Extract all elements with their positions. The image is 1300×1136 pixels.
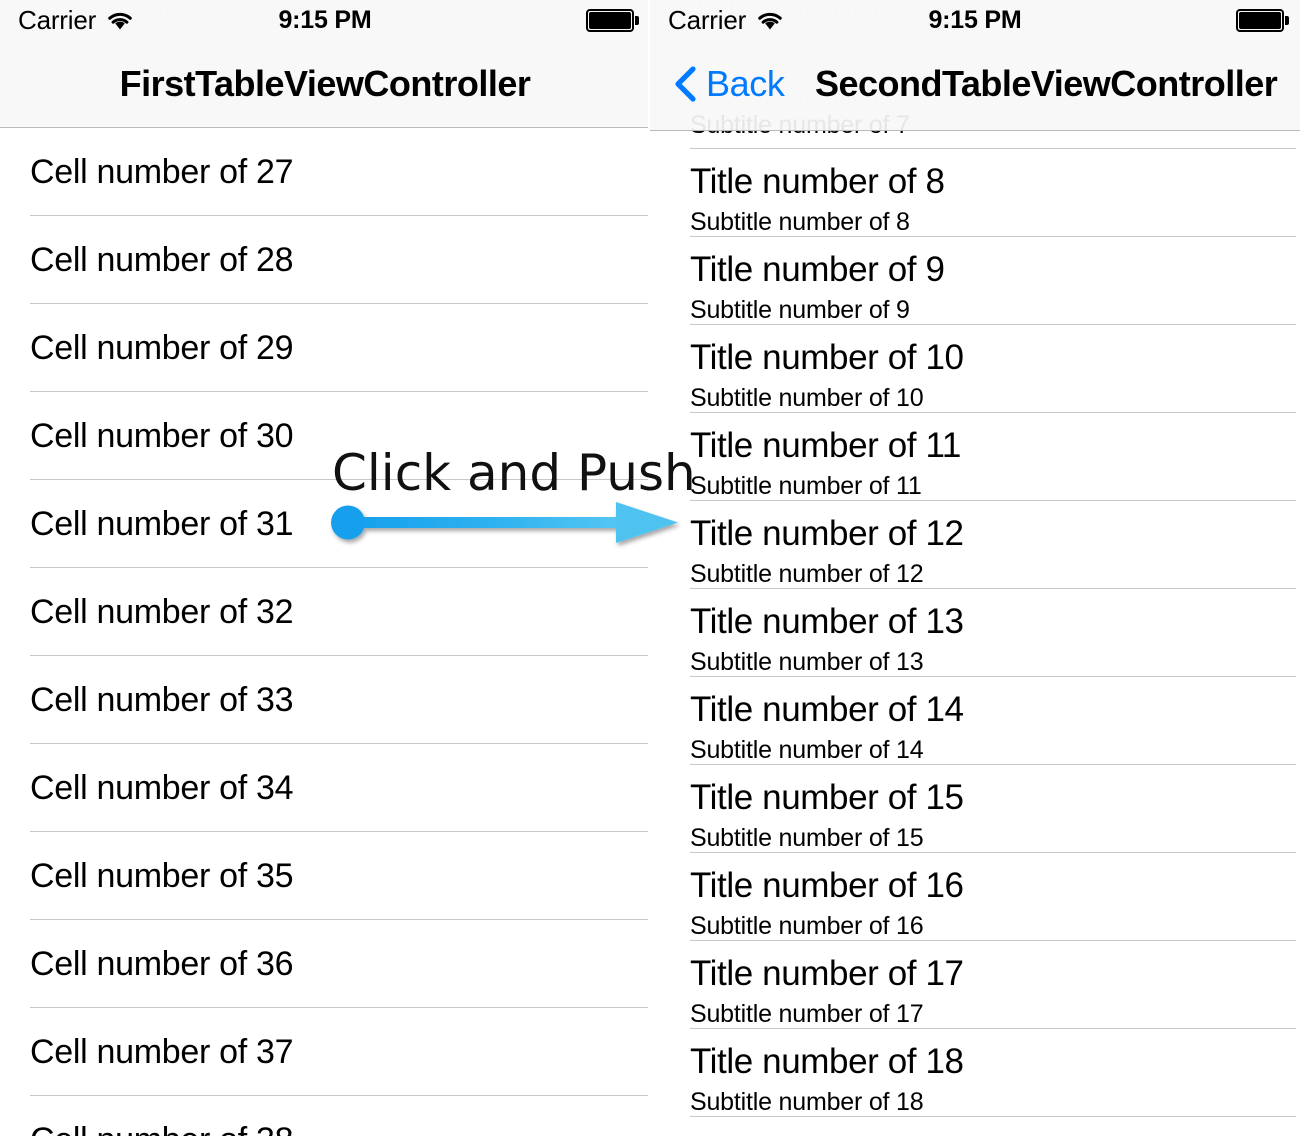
table-row[interactable]: Cell number of 36 xyxy=(0,920,650,1008)
battery-full-icon xyxy=(1236,9,1289,32)
cell-subtitle: Subtitle number of 11 xyxy=(690,472,922,500)
cell-label: Cell number of 34 xyxy=(30,768,294,807)
table-row[interactable]: Title number of 9 Subtitle number of 9 xyxy=(650,237,1300,325)
right-top-bar: Carrier 9:15 PM Back SecondTableViewCont… xyxy=(650,0,1300,131)
table-row[interactable]: Cell number of 34 xyxy=(0,744,650,832)
cell-title: Title number of 12 xyxy=(690,514,964,553)
clock-label: 9:15 PM xyxy=(928,6,1022,34)
row-separator xyxy=(690,1116,1296,1117)
table-row[interactable]: Title number of 16 Subtitle number of 16 xyxy=(650,853,1300,941)
cell-label: Cell number of 27 xyxy=(30,152,294,191)
table-row[interactable]: Title number of 10 Subtitle number of 10 xyxy=(650,325,1300,413)
table-row[interactable]: Title number of 8 Subtitle number of 8 xyxy=(650,149,1300,237)
status-right xyxy=(586,9,639,32)
page-title: SecondTableViewController xyxy=(815,63,1278,104)
cell-subtitle: Subtitle number of 9 xyxy=(690,296,910,324)
right-table-view[interactable]: Subtitle number of 7 Title number of 8 S… xyxy=(650,0,1300,1136)
table-row[interactable]: Cell number of 35 xyxy=(0,832,650,920)
cell-subtitle: Subtitle number of 18 xyxy=(690,1088,924,1116)
table-row[interactable]: Title number of 17 Subtitle number of 17 xyxy=(650,941,1300,1029)
status-bar: Carrier 9:15 PM xyxy=(0,0,650,40)
left-simulator-screen: Cell number of 25 Cell number of 26 Cell… xyxy=(0,0,650,1136)
status-bar: Carrier 9:15 PM xyxy=(650,0,1300,40)
table-row[interactable]: Title number of 13 Subtitle number of 13 xyxy=(650,589,1300,677)
status-right xyxy=(1236,9,1289,32)
cell-label: Cell number of 29 xyxy=(30,328,294,367)
cell-subtitle: Subtitle number of 10 xyxy=(690,384,924,412)
table-row[interactable]: Title number of 18 Subtitle number of 18 xyxy=(650,1029,1300,1117)
table-row[interactable]: Cell number of 37 xyxy=(0,1008,650,1096)
cell-title: Title number of 10 xyxy=(690,338,964,377)
cell-title: Title number of 9 xyxy=(690,250,945,289)
table-row[interactable]: Cell number of 28 xyxy=(0,216,650,304)
table-row[interactable]: Cell number of 33 xyxy=(0,656,650,744)
table-row[interactable]: Cell number of 38 xyxy=(0,1096,650,1136)
cell-title: Title number of 11 xyxy=(690,426,961,465)
right-simulator-screen: Title number of 6 Subtitle number of 6 T… xyxy=(650,0,1300,1136)
table-row[interactable]: Cell number of 27 xyxy=(0,128,650,216)
navigation-bar: FirstTableViewController xyxy=(0,40,650,128)
table-row[interactable]: Cell number of 31 xyxy=(0,480,650,568)
page-title: FirstTableViewController xyxy=(119,63,531,104)
cell-title: Title number of 8 xyxy=(690,162,945,201)
table-row[interactable]: Title number of 14 Subtitle number of 14 xyxy=(650,677,1300,765)
table-row[interactable]: Title number of 12 Subtitle number of 12 xyxy=(650,501,1300,589)
table-row[interactable]: Title number of 11 Subtitle number of 11 xyxy=(650,413,1300,501)
cell-subtitle: Subtitle number of 14 xyxy=(690,736,924,764)
cell-label: Cell number of 38 xyxy=(30,1096,294,1136)
cell-label: Cell number of 30 xyxy=(30,416,294,455)
table-row[interactable]: Cell number of 30 xyxy=(0,392,650,480)
cell-title: Title number of 14 xyxy=(690,690,964,729)
left-top-bar: Carrier 9:15 PM FirstTableViewController xyxy=(0,0,650,128)
cell-label: Cell number of 35 xyxy=(30,856,294,895)
navigation-bar: Back SecondTableViewController xyxy=(650,40,1300,128)
cell-subtitle: Subtitle number of 17 xyxy=(690,1000,924,1028)
cell-subtitle: Subtitle number of 13 xyxy=(690,648,924,676)
table-row[interactable]: Cell number of 32 xyxy=(0,568,650,656)
clock-label: 9:15 PM xyxy=(278,6,372,34)
cell-label: Cell number of 37 xyxy=(30,1032,294,1071)
cell-title: Title number of 17 xyxy=(690,954,964,993)
cell-label: Cell number of 36 xyxy=(30,944,294,983)
cell-title: Title number of 13 xyxy=(690,602,964,641)
cell-subtitle: Subtitle number of 16 xyxy=(690,912,924,940)
dual-simulator-screenshot: Cell number of 25 Cell number of 26 Cell… xyxy=(0,0,1300,1136)
cell-title: Title number of 18 xyxy=(690,1042,964,1081)
table-row[interactable]: Title number of 15 Subtitle number of 15 xyxy=(650,765,1300,853)
left-table-view[interactable]: Cell number of 27 Cell number of 28 Cell… xyxy=(0,0,650,1136)
cell-subtitle: Subtitle number of 15 xyxy=(690,824,924,852)
table-row[interactable]: Cell number of 29 xyxy=(0,304,650,392)
cell-label: Cell number of 33 xyxy=(30,680,294,719)
screen-divider xyxy=(648,0,650,1136)
cell-label: Cell number of 28 xyxy=(30,240,294,279)
cell-title: Title number of 16 xyxy=(690,866,964,905)
cell-title: Title number of 15 xyxy=(690,778,964,817)
battery-full-icon xyxy=(586,9,639,32)
cell-subtitle: Subtitle number of 8 xyxy=(690,208,910,236)
cell-label: Cell number of 31 xyxy=(30,504,294,543)
cell-label: Cell number of 32 xyxy=(30,592,294,631)
cell-subtitle: Subtitle number of 12 xyxy=(690,560,924,588)
